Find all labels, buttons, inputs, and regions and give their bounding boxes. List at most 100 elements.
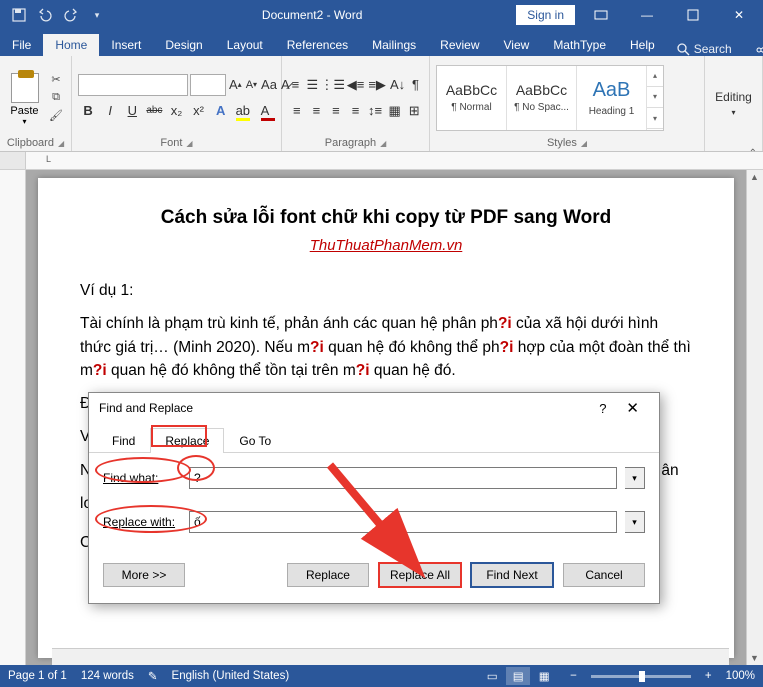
zoom-in-icon[interactable]: +: [705, 670, 712, 682]
cut-icon[interactable]: ✂: [47, 72, 65, 88]
tab-help[interactable]: Help: [618, 34, 667, 56]
grow-font-icon[interactable]: A▴: [228, 74, 243, 96]
format-painter-icon[interactable]: 🖌: [47, 108, 65, 124]
web-layout-icon[interactable]: ▦: [532, 667, 556, 685]
show-marks-icon[interactable]: ¶: [408, 74, 423, 96]
horizontal-scrollbar[interactable]: [52, 648, 729, 665]
shrink-font-icon[interactable]: A▾: [245, 74, 258, 96]
tab-review[interactable]: Review: [428, 34, 491, 56]
group-styles: AaBbCc ¶ Normal AaBbCc ¶ No Spac... AaB …: [430, 56, 705, 151]
italic-button[interactable]: I: [100, 100, 120, 122]
zoom-level[interactable]: 100%: [726, 670, 755, 682]
qat-customize-icon[interactable]: ▾: [86, 4, 108, 26]
dialog-tab-goto[interactable]: Go To: [224, 428, 286, 453]
styles-gallery[interactable]: AaBbCc ¶ Normal AaBbCc ¶ No Spac... AaB …: [436, 65, 664, 131]
underline-button[interactable]: U: [122, 100, 142, 122]
signin-button[interactable]: Sign in: [516, 5, 575, 25]
style-no-spacing[interactable]: AaBbCc ¶ No Spac...: [507, 66, 577, 130]
close-button[interactable]: ✕: [719, 0, 759, 30]
print-layout-icon[interactable]: ▤: [506, 667, 530, 685]
styles-launcher-icon[interactable]: ◢: [581, 139, 587, 148]
ribbon: Paste ▾ ✂ ⧉ 🖌 Clipboard◢ A▴ A▾ Aa A̷: [0, 56, 763, 152]
cancel-button[interactable]: Cancel: [563, 563, 645, 587]
dialog-titlebar[interactable]: Find and Replace ? ✕: [89, 393, 659, 423]
read-mode-icon[interactable]: ▭: [480, 667, 504, 685]
font-size-select[interactable]: [190, 74, 226, 96]
status-words[interactable]: 124 words: [81, 670, 134, 682]
undo-icon[interactable]: [34, 4, 56, 26]
tab-layout[interactable]: Layout: [215, 34, 275, 56]
tab-file[interactable]: File: [0, 34, 43, 56]
tab-mailings[interactable]: Mailings: [360, 34, 428, 56]
borders-icon[interactable]: ⊞: [405, 100, 423, 122]
paste-button[interactable]: Paste ▾: [6, 69, 43, 126]
decrease-indent-icon[interactable]: ◀≡: [346, 74, 366, 96]
style-normal[interactable]: AaBbCc ¶ Normal: [437, 66, 507, 130]
replace-with-dropdown-icon[interactable]: ▾: [625, 511, 645, 533]
clipboard-launcher-icon[interactable]: ◢: [58, 139, 64, 148]
tab-home[interactable]: Home: [43, 34, 99, 56]
ribbon-display-icon[interactable]: [581, 0, 621, 30]
numbering-icon[interactable]: ☰: [305, 74, 320, 96]
redo-icon[interactable]: [60, 4, 82, 26]
tab-design[interactable]: Design: [153, 34, 214, 56]
change-case-icon[interactable]: Aa: [260, 74, 278, 96]
status-page[interactable]: Page 1 of 1: [8, 670, 67, 682]
styles-scroll[interactable]: ▴▾▾: [647, 66, 663, 130]
more-button[interactable]: More >>: [103, 563, 185, 587]
tab-mathtype[interactable]: MathType: [541, 34, 618, 56]
increase-indent-icon[interactable]: ≡▶: [367, 74, 387, 96]
align-right-icon[interactable]: ≡: [327, 100, 345, 122]
justify-icon[interactable]: ≡: [347, 100, 365, 122]
line-spacing-icon[interactable]: ↕≡: [366, 100, 384, 122]
shading-icon[interactable]: ▦: [386, 100, 404, 122]
font-launcher-icon[interactable]: ◢: [186, 139, 192, 148]
search-label: Search: [694, 42, 732, 56]
tab-references[interactable]: References: [275, 34, 360, 56]
quick-access-toolbar: ▾: [0, 4, 108, 26]
subscript-button[interactable]: x₂: [166, 100, 186, 122]
font-family-select[interactable]: [78, 74, 188, 96]
highlight-icon[interactable]: ab: [233, 100, 253, 122]
save-icon[interactable]: [8, 4, 30, 26]
copy-icon[interactable]: ⧉: [47, 90, 65, 106]
status-language[interactable]: English (United States): [172, 670, 290, 682]
vertical-scrollbar[interactable]: [746, 170, 763, 665]
replace-button[interactable]: Replace: [287, 563, 369, 587]
font-color-icon[interactable]: A: [255, 100, 275, 122]
tab-insert[interactable]: Insert: [99, 34, 153, 56]
share-button[interactable]: Share: [742, 42, 763, 56]
find-what-input[interactable]: [189, 467, 617, 489]
status-proofing-icon[interactable]: ✎: [148, 669, 158, 683]
dialog-help-icon[interactable]: ?: [589, 401, 616, 416]
style-heading1[interactable]: AaB Heading 1: [577, 66, 647, 130]
horizontal-ruler[interactable]: L: [0, 152, 763, 170]
minimize-button[interactable]: —: [627, 0, 667, 30]
dialog-tab-find[interactable]: Find: [97, 428, 150, 453]
bold-button[interactable]: B: [78, 100, 98, 122]
find-what-dropdown-icon[interactable]: ▾: [625, 467, 645, 489]
paste-icon: [11, 73, 39, 103]
align-center-icon[interactable]: ≡: [308, 100, 326, 122]
zoom-out-icon[interactable]: −: [570, 670, 577, 682]
superscript-button[interactable]: x²: [189, 100, 209, 122]
tab-view[interactable]: View: [492, 34, 542, 56]
strikethrough-button[interactable]: abc: [144, 100, 164, 122]
vertical-ruler[interactable]: [0, 170, 26, 665]
text-effects-icon[interactable]: A: [211, 100, 231, 122]
align-left-icon[interactable]: ≡: [288, 100, 306, 122]
replace-all-button[interactable]: Replace All: [379, 563, 461, 587]
sort-icon[interactable]: A↓: [389, 74, 406, 96]
replace-with-input[interactable]: [189, 511, 617, 533]
tell-me-search[interactable]: Search: [667, 42, 742, 56]
zoom-slider[interactable]: [591, 675, 691, 678]
dialog-tab-replace[interactable]: Replace: [150, 428, 224, 453]
find-next-button[interactable]: Find Next: [471, 563, 553, 587]
group-paragraph: ≡ ☰ ⋮☰ ◀≡ ≡▶ A↓ ¶ ≡ ≡ ≡ ≡ ↕≡ ▦ ⊞: [282, 56, 430, 151]
maximize-button[interactable]: [673, 0, 713, 30]
dialog-close-icon[interactable]: ✕: [616, 399, 649, 417]
paragraph-launcher-icon[interactable]: ◢: [380, 139, 386, 148]
bullets-icon[interactable]: ≡: [288, 74, 303, 96]
editing-dropdown[interactable]: Editing▾: [711, 86, 756, 122]
multilevel-icon[interactable]: ⋮☰: [322, 74, 344, 96]
